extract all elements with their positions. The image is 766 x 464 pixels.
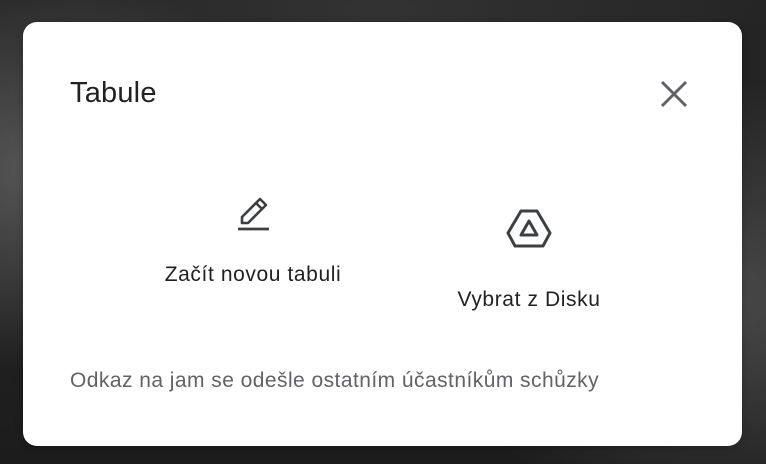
share-notice: Odkaz na jam se odešle ostatním účastník…	[70, 369, 600, 392]
dialog-title: Tabule	[70, 77, 157, 109]
choose-from-drive-button[interactable]: Vybrat z Disku	[429, 208, 629, 316]
start-new-whiteboard-button[interactable]: Začít novou tabuli	[153, 192, 353, 291]
close-button[interactable]	[654, 74, 694, 114]
close-icon	[660, 80, 688, 108]
start-new-whiteboard-label: Začít novou tabuli	[164, 263, 342, 286]
whiteboard-dialog: Tabule Začít novou tabuli Vybrat z Disku…	[23, 22, 742, 446]
google-drive-icon	[506, 209, 552, 248]
choose-from-drive-label: Vybrat z Disku	[457, 288, 601, 311]
pencil-icon	[238, 197, 269, 231]
